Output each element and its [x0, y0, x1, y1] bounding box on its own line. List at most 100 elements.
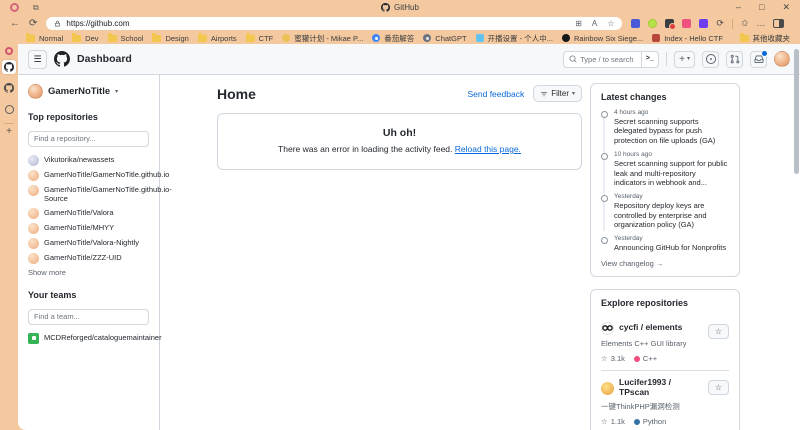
- minimize-button[interactable]: –: [736, 3, 741, 12]
- repo-link[interactable]: GamerNoTitle/MHYY: [28, 223, 149, 234]
- star-button[interactable]: ☆: [708, 324, 729, 339]
- user-avatar[interactable]: [774, 51, 790, 67]
- copilot-chat-icon[interactable]: >_: [641, 52, 658, 67]
- url-text[interactable]: https://github.com: [66, 19, 129, 28]
- bookmark-item[interactable]: ChatGPT: [423, 34, 466, 43]
- repo-link[interactable]: Vikutorika/newassets: [28, 155, 149, 166]
- find-repository-input[interactable]: [28, 131, 149, 147]
- latest-changes-heading: Latest changes: [601, 92, 729, 102]
- repo-owner-avatar: [601, 382, 614, 395]
- create-new-button[interactable]: +▾: [674, 51, 695, 68]
- tab-divider: [4, 123, 14, 124]
- changelog-time: 4 hours ago: [614, 109, 729, 116]
- error-title: Uh oh!: [226, 127, 573, 139]
- page-scrollbar[interactable]: [794, 49, 799, 174]
- team-link[interactable]: MCDReforged/cataloguemaintainer: [28, 333, 149, 344]
- history-icon[interactable]: ⟳: [716, 19, 724, 28]
- filter-button[interactable]: Filter ▾: [533, 85, 582, 102]
- extension-icon[interactable]: [665, 19, 674, 28]
- bookmark-folder[interactable]: School: [108, 34, 144, 43]
- tab-actions-icon[interactable]: ⧉: [33, 4, 39, 12]
- bookmark-item[interactable]: 蜜獾计划 - Mikae P...: [282, 33, 363, 44]
- tab-github[interactable]: [2, 81, 16, 95]
- language-dot: [634, 356, 640, 362]
- bookmark-folder[interactable]: Normal: [26, 34, 63, 43]
- repo-link[interactable]: GamerNoTitle/Valora: [28, 208, 149, 219]
- github-favicon: [381, 3, 390, 12]
- repo-description: Elements C++ GUI library: [601, 339, 729, 350]
- browser-titlebar: ⧉ GitHub – □ ✕: [0, 0, 800, 15]
- find-team-input[interactable]: [28, 309, 149, 325]
- star-count: 1.1k: [611, 417, 625, 426]
- bookmark-folder[interactable]: Design: [152, 34, 188, 43]
- bookmark-item[interactable]: Rainbow Six Siege...: [562, 34, 643, 43]
- repo-link[interactable]: GamerNoTitle/ZZZ-UID: [28, 253, 149, 264]
- hamburger-menu-button[interactable]: ☰: [28, 50, 47, 69]
- changelog-link[interactable]: Secret scanning support for public leak …: [614, 159, 729, 187]
- repo-link[interactable]: Lucifer1993 / TPscan: [619, 378, 703, 398]
- github-logo-icon[interactable]: [54, 51, 70, 67]
- new-tab-button[interactable]: +: [6, 127, 12, 137]
- inbox-button[interactable]: [750, 51, 767, 68]
- address-bar[interactable]: https://github.com ⊞ A ☆: [46, 17, 622, 30]
- language-dot: [634, 419, 640, 425]
- user-avatar: [28, 84, 43, 99]
- changelog-link[interactable]: Announcing GitHub for Nonprofits: [614, 243, 729, 252]
- active-tab-github[interactable]: [2, 60, 16, 74]
- user-context-switcher[interactable]: GamerNoTitle ▾: [28, 84, 149, 99]
- repo-avatar: [28, 238, 39, 249]
- other-favorites-button[interactable]: 其他收藏夹: [740, 33, 791, 44]
- changelog-link[interactable]: Secret scanning supports delegated bypas…: [614, 117, 729, 145]
- search-input[interactable]: Type / to search >_: [563, 51, 659, 68]
- extension-icon[interactable]: [699, 19, 708, 28]
- menu-ellipsis-icon[interactable]: …: [756, 19, 765, 28]
- star-button[interactable]: ☆: [708, 380, 729, 395]
- explore-repo-item: Lucifer1993 / TPscan ☆ 一键ThinkPHP漏洞检测 ☆1…: [601, 370, 729, 430]
- pinned-tab-favicon[interactable]: [5, 47, 13, 55]
- notification-dot: [761, 50, 768, 57]
- feed-error-card: Uh oh! There was an error in loading the…: [217, 113, 582, 170]
- split-screen-icon[interactable]: ⊞: [575, 19, 582, 28]
- back-button[interactable]: ←: [10, 19, 20, 29]
- refresh-button[interactable]: ⟳: [29, 19, 37, 29]
- pull-requests-button[interactable]: [726, 51, 743, 68]
- workspace-icon[interactable]: [10, 3, 19, 12]
- bookmark-item[interactable]: Index - Hello CTF: [652, 34, 723, 43]
- repo-link[interactable]: GamerNoTitle/GamerNoTitle.github.io: [28, 170, 149, 181]
- extension-icon[interactable]: [648, 19, 657, 28]
- site-favicon: [423, 34, 431, 42]
- favorite-star-icon[interactable]: ☆: [607, 19, 614, 28]
- repo-avatar: [28, 185, 39, 196]
- bookmark-item[interactable]: 番茄解答: [372, 33, 414, 44]
- tab-other-site[interactable]: [2, 102, 16, 116]
- sidebar-toggle-icon[interactable]: [773, 19, 784, 28]
- read-aloud-icon[interactable]: A: [592, 19, 597, 28]
- bookmark-folder[interactable]: CTF: [246, 34, 274, 43]
- site-favicon: [5, 105, 14, 114]
- repo-link[interactable]: cycfi / elements: [619, 323, 682, 333]
- send-feedback-link[interactable]: Send feedback: [467, 89, 524, 99]
- changelog-item: 4 hours ago Secret scanning supports del…: [601, 109, 729, 145]
- changelog-item: 10 hours ago Secret scanning support for…: [601, 151, 729, 187]
- close-button[interactable]: ✕: [782, 3, 790, 12]
- breadcrumb[interactable]: Dashboard: [77, 53, 132, 65]
- bookmark-folder[interactable]: Airports: [198, 34, 237, 43]
- view-changelog-link[interactable]: View changelog →: [601, 259, 729, 268]
- show-more-link[interactable]: Show more: [28, 268, 149, 277]
- maximize-button[interactable]: □: [759, 3, 764, 12]
- github-page: ☰ Dashboard Type / to search >_ +▾: [18, 44, 800, 430]
- issues-button[interactable]: [702, 51, 719, 68]
- chevron-down-icon: ▾: [115, 89, 118, 95]
- browser-essentials-icon[interactable]: ✩: [741, 19, 749, 28]
- changelog-time: 10 hours ago: [614, 151, 729, 158]
- bookmark-folder[interactable]: Dev: [72, 34, 98, 43]
- window-title-text: GitHub: [394, 3, 419, 12]
- extension-icon[interactable]: [631, 19, 640, 28]
- extension-icon[interactable]: [682, 19, 691, 28]
- reload-page-link[interactable]: Reload this page.: [455, 144, 521, 154]
- bookmark-item[interactable]: 开播设置 - 个人中...: [476, 33, 553, 44]
- repo-link[interactable]: GamerNoTitle/Valora-Nightly: [28, 238, 149, 249]
- changelog-link[interactable]: Repository deploy keys are controlled by…: [614, 201, 729, 229]
- chevron-down-icon: ▾: [572, 91, 575, 97]
- repo-link[interactable]: GamerNoTitle/GamerNoTitle.github.io-Sour…: [28, 185, 149, 205]
